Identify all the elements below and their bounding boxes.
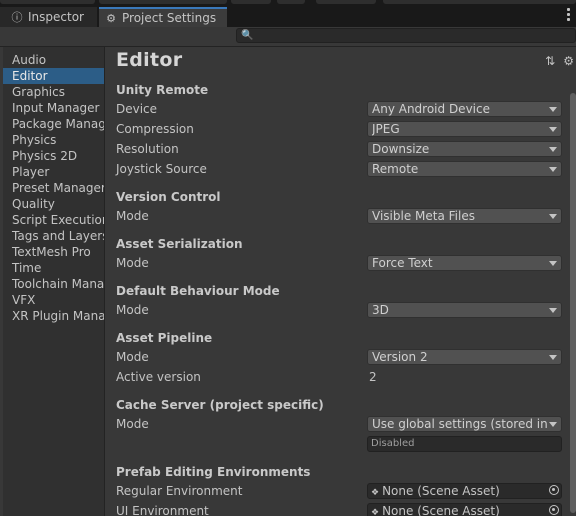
active-version-label: Active version — [116, 370, 201, 384]
asset-pipeline-mode-label: Mode — [116, 350, 149, 364]
tab-strip-edge — [99, 0, 227, 4]
info-icon: ⓘ — [11, 11, 23, 24]
section-header-unity-remote: Unity Remote — [116, 83, 209, 97]
chevron-down-icon — [549, 127, 557, 132]
object-field-value: None (Scene Asset) — [382, 484, 500, 498]
dropdown-value: JPEG — [372, 122, 400, 136]
sidebar-item-editor[interactable]: Editor — [3, 68, 104, 84]
sidebar-item-player[interactable]: Player — [3, 164, 104, 180]
scrollbar-thumb[interactable] — [570, 93, 576, 513]
chevron-down-icon — [549, 167, 557, 172]
dropdown-value: 3D — [372, 303, 389, 317]
sidebar-item-script-execution-order[interactable]: Script Execution Order — [3, 212, 104, 228]
chevron-down-icon — [549, 308, 557, 313]
chevron-down-icon — [549, 261, 557, 266]
asset-serialization-mode-dropdown[interactable]: Force Text — [367, 255, 562, 271]
object-field-value: None (Scene Asset) — [382, 504, 500, 516]
ui-environment-label: UI Environment — [116, 504, 209, 516]
version-control-mode-dropdown[interactable]: Visible Meta Files — [367, 208, 562, 224]
dropdown-value: Version 2 — [372, 350, 428, 364]
compression-dropdown[interactable]: JPEG — [367, 121, 562, 137]
sidebar-item-preset-manager[interactable]: Preset Manager — [3, 180, 104, 196]
gear-icon: ⚙ — [106, 11, 116, 25]
chevron-down-icon — [549, 147, 557, 152]
search-row: 🔍 — [0, 27, 576, 47]
section-header-prefab-editing-environments: Prefab Editing Environments — [116, 465, 311, 479]
resolution-dropdown[interactable]: Downsize — [367, 141, 562, 157]
section-header-cache-server: Cache Server (project specific) — [116, 398, 324, 412]
tab-label: Inspector — [28, 10, 84, 24]
tab-strip-edge — [0, 0, 95, 4]
tab-project-settings[interactable]: ⚙ Project Settings — [99, 7, 227, 27]
device-dropdown[interactable]: Any Android Device — [367, 101, 562, 117]
dropdown-value: Remote — [372, 162, 419, 176]
tab-strip-edge — [316, 0, 376, 4]
sidebar-item-time[interactable]: Time — [3, 260, 104, 276]
header-icons: ⇅ ⚙ — [545, 54, 574, 68]
section-header-asset-pipeline: Asset Pipeline — [116, 331, 213, 345]
page-title: Editor — [116, 49, 183, 71]
default-behaviour-mode-label: Mode — [116, 303, 149, 317]
regular-environment-label: Regular Environment — [116, 484, 243, 498]
settings-category-list: Audio Editor Graphics Input Manager Pack… — [3, 47, 105, 516]
chevron-down-icon — [549, 214, 557, 219]
object-picker-icon[interactable] — [549, 505, 559, 515]
active-version-value: 2 — [369, 370, 377, 384]
cache-server-mode-label: Mode — [116, 417, 149, 431]
section-header-default-behaviour-mode: Default Behaviour Mode — [116, 284, 280, 298]
object-picker-icon[interactable] — [549, 485, 559, 495]
sidebar-item-tags-and-layers[interactable]: Tags and Layers — [3, 228, 104, 244]
dropdown-value: Force Text — [372, 256, 433, 270]
compression-label: Compression — [116, 122, 194, 136]
resolution-label: Resolution — [116, 142, 179, 156]
sidebar-item-xr-plugin-management[interactable]: XR Plugin Management — [3, 308, 104, 324]
default-behaviour-mode-dropdown[interactable]: 3D — [367, 302, 562, 318]
sidebar-item-graphics[interactable]: Graphics — [3, 84, 104, 100]
dropdown-value: Downsize — [372, 142, 430, 156]
cache-server-mode-dropdown[interactable]: Use global settings (stored in preferenc… — [367, 416, 562, 432]
asset-serialization-mode-label: Mode — [116, 256, 149, 270]
device-label: Device — [116, 102, 158, 116]
vertical-scrollbar[interactable] — [570, 93, 576, 516]
tab-strip: ⓘ Inspector ⚙ Project Settings — [0, 0, 576, 27]
more-options-icon[interactable] — [566, 8, 570, 21]
sidebar-item-input-manager[interactable]: Input Manager — [3, 100, 104, 116]
sidebar-item-vfx[interactable]: VFX — [3, 292, 104, 308]
settings-panel: Editor ⇅ ⚙ Unity Remote Device Any Andro… — [105, 47, 576, 516]
asset-pipeline-mode-dropdown[interactable]: Version 2 — [367, 349, 562, 365]
tab-strip-edge — [231, 0, 271, 4]
dropdown-value: Use global settings (stored in preferenc… — [372, 417, 552, 431]
search-input[interactable]: 🔍 — [236, 28, 576, 43]
scene-asset-icon: ❖ — [371, 508, 380, 516]
section-header-version-control: Version Control — [116, 190, 221, 204]
version-control-mode-label: Mode — [116, 209, 149, 223]
dropdown-value: Visible Meta Files — [372, 209, 475, 223]
chevron-down-icon — [549, 422, 557, 427]
section-header-asset-serialization: Asset Serialization — [116, 237, 243, 251]
dropdown-value: Any Android Device — [372, 102, 490, 116]
sidebar-item-package-manager[interactable]: Package Manager — [3, 116, 104, 132]
cache-server-status-box: Disabled — [367, 436, 562, 452]
sidebar-item-toolchain-management[interactable]: Toolchain Management — [3, 276, 104, 292]
tab-inspector[interactable]: ⓘ Inspector — [0, 7, 98, 27]
tab-strip-edge — [277, 0, 305, 4]
gear-icon[interactable]: ⚙ — [563, 54, 574, 68]
sliders-icon[interactable]: ⇅ — [545, 54, 555, 68]
sidebar-item-textmesh-pro[interactable]: TextMesh Pro — [3, 244, 104, 260]
ui-environment-field[interactable]: ❖ None (Scene Asset) — [367, 503, 562, 516]
sidebar-item-audio[interactable]: Audio — [3, 52, 104, 68]
sidebar-item-quality[interactable]: Quality — [3, 196, 104, 212]
joystick-source-dropdown[interactable]: Remote — [367, 161, 562, 177]
joystick-source-label: Joystick Source — [116, 162, 207, 176]
tab-strip-edge — [383, 0, 576, 4]
chevron-down-icon — [549, 355, 557, 360]
scene-asset-icon: ❖ — [371, 488, 380, 498]
search-icon: 🔍 — [241, 30, 254, 41]
sidebar-item-physics[interactable]: Physics — [3, 132, 104, 148]
regular-environment-field[interactable]: ❖ None (Scene Asset) — [367, 483, 562, 499]
tab-label: Project Settings — [122, 11, 217, 25]
chevron-down-icon — [549, 107, 557, 112]
sidebar-item-physics-2d[interactable]: Physics 2D — [3, 148, 104, 164]
